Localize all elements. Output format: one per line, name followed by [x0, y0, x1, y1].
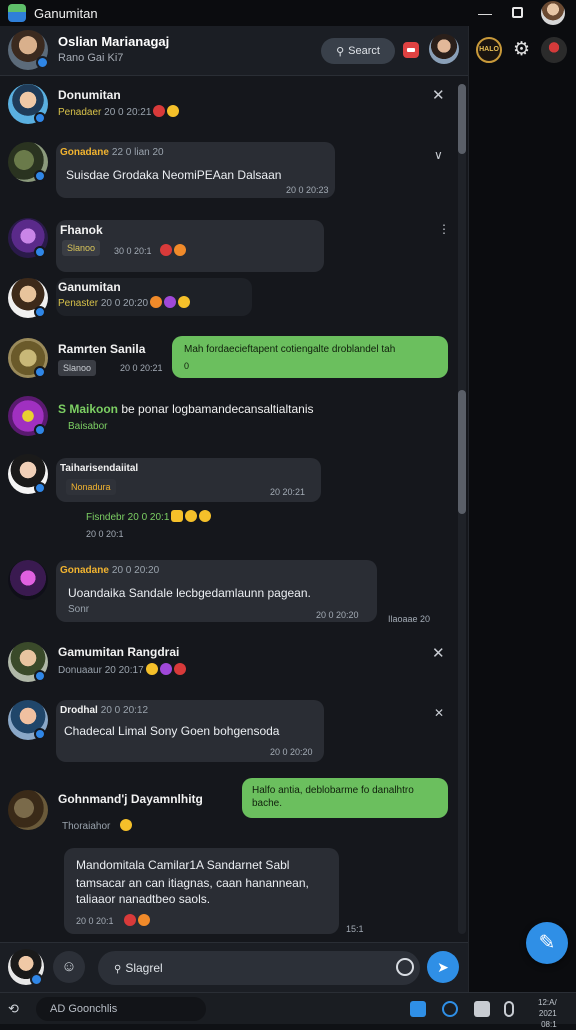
minimize-button[interactable]: — — [476, 4, 494, 22]
reply-chip: Slanoo — [58, 360, 97, 376]
browser-icon[interactable] — [442, 1001, 458, 1017]
search-icon: ⚲ — [336, 45, 345, 58]
chat-subtitle: Rano Gai Ki7 — [58, 52, 124, 64]
message-preview: Penadaer 20 0 20:21 — [58, 105, 180, 118]
scroll-thumb[interactable] — [458, 390, 466, 514]
window-titlebar: Ganumitan — — [0, 0, 576, 26]
search-label: Searct — [348, 45, 380, 57]
message-time: 20 0 20:1 — [76, 914, 150, 926]
sender-name: Gohnmand'j Dayamnlhitg — [58, 792, 203, 806]
close-icon[interactable]: ✕ — [434, 706, 444, 720]
message-caption: Sonr — [68, 604, 90, 615]
chat-header: Oslian Marianagaj Rano Gai Ki7 ⚲ Searct — [0, 26, 468, 76]
message-time: 20 0 20:1 — [86, 529, 124, 539]
sender-name: Gamumitan Rangdrai — [58, 645, 180, 659]
message-time: 30 0 20:1 — [114, 244, 186, 256]
sender-name: Ramrten Sanila — [58, 342, 146, 356]
live-icon[interactable] — [403, 42, 419, 58]
avatar[interactable] — [8, 560, 48, 600]
app-icon — [8, 4, 26, 22]
verified-badge-icon — [34, 482, 46, 494]
sender-name: Ganumitan — [58, 280, 121, 294]
smile-icon: ☺ — [61, 958, 77, 975]
message-preview: Thoraiahor — [62, 819, 133, 832]
message-preview: Penaster 20 0 20:20 — [58, 296, 191, 309]
chevron-down-icon[interactable]: ∨ — [434, 148, 443, 162]
message-time: 20 0 20:20 — [316, 610, 359, 620]
reply-chip: Slanoo — [62, 240, 101, 256]
window-title: Ganumitan — [34, 5, 98, 21]
emoji-button[interactable]: ☺ — [53, 951, 85, 983]
message-time: 20 0 20:21 — [120, 363, 163, 373]
compose-button[interactable]: ✎ — [526, 922, 568, 964]
message-time: 20 0 20:23 — [286, 185, 329, 195]
more-icon[interactable]: ⋮ — [438, 222, 450, 236]
send-button[interactable]: ➤ — [427, 951, 459, 983]
verified-badge-icon — [34, 170, 46, 182]
verified-badge-icon — [34, 366, 46, 378]
message-text: Halfo antia, deblobarme fo danalhtro bac… — [252, 785, 414, 809]
message-preview: Baisabor — [68, 421, 108, 432]
system-clock: 12:A/ 2021 08:1 — [538, 998, 557, 1029]
attach-icon[interactable] — [504, 1001, 514, 1017]
message-text: Uoandaika Sandale lecbgedamlaunn pagean. — [68, 586, 311, 600]
verified-badge-icon — [30, 973, 43, 986]
message-text: Mah fordaecieftapent cotiengalte droblan… — [184, 344, 396, 355]
sender-name: S Maikoon be ponar logbamandecansaltialt… — [58, 402, 314, 416]
message-text: Suisdae Grodaka NeomiPEAan Dalsaan — [66, 168, 282, 182]
message-sender: Taiharisendaiital — [60, 463, 139, 474]
message-list: Donumitan Penadaer 20 0 20:21 ✕ Gonadane… — [0, 76, 468, 942]
input-placeholder: Slagrel — [125, 961, 163, 975]
mail-icon[interactable] — [474, 1001, 490, 1017]
message-text: Chadecal Limal Sony Goen bohgensoda — [64, 724, 280, 738]
message-sender: Gonadane 22 0 lian 20 — [60, 147, 164, 158]
taskbar: ⟲ AD Goonchlis 12:A/ 2021 08:1 — [0, 992, 576, 1029]
verified-badge-icon — [34, 112, 46, 124]
user-avatar[interactable] — [429, 34, 459, 64]
pencil-icon: ✎ — [538, 932, 556, 954]
gear-icon[interactable]: ⚙ — [513, 38, 530, 61]
search-icon: ⚲ — [114, 964, 122, 975]
verified-badge-icon — [36, 56, 49, 69]
message-time: 20 20:21 — [270, 487, 306, 497]
message-preview: Fisndebr 20 0 20:1 — [86, 510, 212, 523]
channel-logo[interactable]: HALO — [476, 37, 502, 63]
reply-chip: Nonadura — [66, 479, 116, 495]
right-pane: HALO ⚙ — [468, 26, 576, 992]
avatar[interactable] — [8, 790, 48, 830]
message-time: 20 0 20:20 — [270, 747, 313, 757]
sender-name: Fhanok — [60, 223, 103, 237]
clock-icon[interactable] — [396, 958, 414, 976]
sender-name: Donumitan — [58, 88, 121, 102]
verified-badge-icon — [34, 424, 46, 436]
send-icon: ➤ — [437, 959, 449, 975]
verified-badge-icon — [34, 246, 46, 258]
message-line: Mandomitala Camilar1A Sandarnet Sabl — [76, 858, 290, 872]
scroll-thumb[interactable] — [458, 84, 466, 154]
message-sender: Drodhal 20 0 20:12 — [60, 705, 149, 716]
message-input[interactable]: ⚲ Slagrel — [98, 951, 420, 985]
message-sender: Gonadane 20 0 20:20 — [60, 565, 160, 576]
outgoing-bubble[interactable] — [172, 336, 448, 378]
close-icon[interactable]: ✕ — [432, 644, 445, 662]
taskbar-search[interactable]: AD Goonchlis — [36, 997, 206, 1021]
message-time: 0 — [184, 361, 190, 371]
message-line: taliaaor nanadtbeo saols. — [76, 892, 211, 906]
chat-title: Oslian Marianagaj — [58, 34, 170, 49]
message-status: Ilaoaae 20 — [388, 614, 431, 624]
verified-badge-icon — [34, 728, 46, 740]
maximize-button[interactable] — [508, 4, 526, 22]
start-icon[interactable]: ⟲ — [8, 1001, 19, 1017]
profile-avatar[interactable] — [541, 1, 565, 25]
message-status: 15:1 — [346, 924, 364, 934]
right-pane-avatar[interactable] — [541, 37, 567, 63]
verified-badge-icon — [34, 670, 46, 682]
message-scrollbar[interactable] — [458, 84, 466, 934]
verified-badge-icon — [34, 306, 46, 318]
search-button[interactable]: ⚲ Searct — [321, 38, 395, 64]
message-line: tamsacar an can itiagnas, caan hanannean… — [76, 876, 309, 890]
close-icon[interactable]: ✕ — [432, 86, 445, 104]
files-icon[interactable] — [410, 1001, 426, 1017]
message-preview: Donuaaur 20 20:17 — [58, 663, 186, 676]
